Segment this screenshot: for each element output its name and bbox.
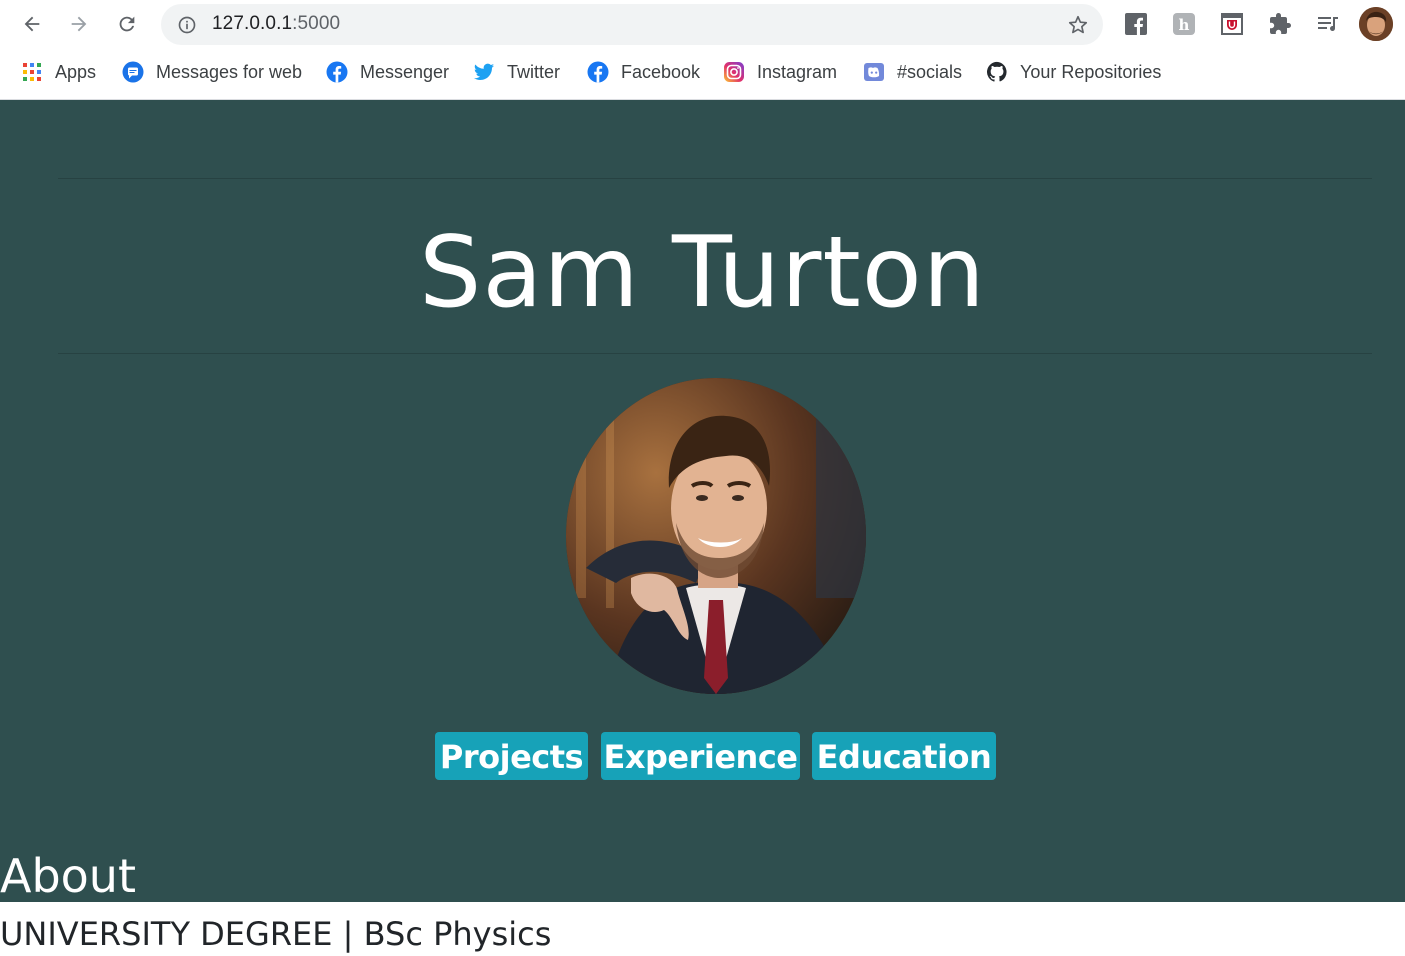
bookmark-facebook[interactable]: Facebook (587, 60, 700, 84)
arrow-right-icon (71, 16, 87, 32)
info-icon[interactable] (177, 15, 197, 35)
bookmark-label: Apps (55, 61, 97, 82)
puzzle-piece-icon (1270, 13, 1291, 34)
reload-button[interactable] (110, 7, 144, 41)
bookmark-label: Your Repositories (1020, 61, 1162, 82)
facebook-extension-button[interactable] (1123, 11, 1149, 37)
profile-photo-icon (1359, 7, 1393, 41)
reload-icon (119, 16, 135, 32)
bookmark-socials[interactable]: #socials (863, 60, 962, 84)
svg-text:h: h (1179, 16, 1190, 34)
bookmark-label: Twitter (507, 61, 561, 82)
url-host: 127.0.0.1 (212, 13, 293, 34)
profile-avatar[interactable] (1359, 7, 1393, 41)
queue-music-icon (1318, 17, 1338, 31)
apps-grid-icon (21, 61, 43, 83)
shield-extension-icon (1221, 13, 1243, 35)
facebook-square-icon (1125, 13, 1147, 35)
bookmark-label: Instagram (757, 61, 838, 82)
bookmark-label: Messages for web (156, 61, 303, 82)
bookmark-apps[interactable]: Apps (21, 60, 96, 84)
discord-icon (863, 61, 885, 83)
top-divider (58, 178, 1372, 179)
bookmark-label: Messenger (360, 61, 450, 82)
messages-icon (122, 61, 144, 83)
extensions-button[interactable] (1267, 11, 1293, 37)
bookmark-instagram[interactable]: Instagram (723, 60, 837, 84)
bookmark-label: #socials (897, 61, 963, 82)
bookmark-messenger[interactable]: Messenger (326, 60, 449, 84)
bookmark-your-repositories[interactable]: Your Repositories (986, 60, 1161, 84)
address-bar[interactable]: 127.0.0.1:5000 (161, 4, 1103, 45)
facebook-icon (326, 61, 348, 83)
url-port: :5000 (292, 13, 341, 34)
url-text[interactable]: 127.0.0.1:5000 (212, 13, 340, 35)
projects-button[interactable]: Projects (435, 732, 588, 780)
github-icon (986, 61, 1008, 83)
honey-extension-button[interactable]: h (1171, 11, 1197, 37)
portrait-image (566, 378, 866, 694)
degree-heading: UNIVERSITY DEGREE | BSc Physics (0, 915, 552, 953)
bookmark-label: Facebook (621, 61, 701, 82)
page-title: Sam Turton (419, 216, 986, 330)
media-control-button[interactable] (1315, 11, 1341, 37)
honey-h-icon: h (1173, 13, 1195, 35)
browser-toolbar: 127.0.0.1:5000 h (0, 0, 1405, 50)
forward-button[interactable] (62, 7, 96, 41)
bookmark-messages-for-web[interactable]: Messages for web (122, 60, 302, 84)
about-heading: About (0, 849, 137, 903)
education-button[interactable]: Education (812, 732, 996, 780)
facebook-icon (587, 61, 609, 83)
experience-button[interactable]: Experience (601, 732, 800, 780)
bottom-divider (58, 353, 1372, 354)
arrow-left-icon (24, 16, 40, 32)
instagram-icon (723, 61, 745, 83)
profile-photo (566, 378, 866, 694)
bookmark-twitter[interactable]: Twitter (473, 60, 560, 84)
bookmark-star-icon[interactable] (1067, 14, 1089, 36)
back-button[interactable] (15, 7, 49, 41)
twitter-icon (473, 61, 495, 83)
mcafee-extension-button[interactable] (1219, 11, 1245, 37)
bookmarks-bar: Apps Messages for web Messenger Twitter … (0, 50, 1405, 100)
